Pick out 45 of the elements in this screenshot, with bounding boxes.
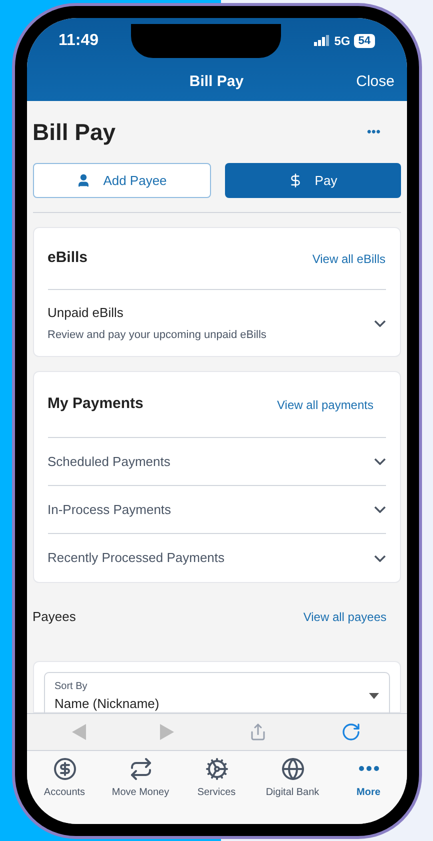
network-label: 5G <box>334 32 350 50</box>
chevron-icon <box>374 458 386 465</box>
field-label: Sort By <box>54 680 88 694</box>
payment-category-row[interactable]: Scheduled Payments <box>48 438 386 486</box>
tab-bar-item[interactable]: Services <box>178 756 254 824</box>
dollar-icon <box>52 756 76 780</box>
reload-icon[interactable] <box>341 722 362 742</box>
view-all-ebills-link[interactable]: View all eBills <box>312 250 386 268</box>
tab-bar-item[interactable]: Accounts <box>26 756 102 824</box>
more-icon <box>358 766 378 771</box>
row-title: Unpaid eBills <box>48 304 124 322</box>
chevron-icon <box>374 320 386 326</box>
tab-bar-item[interactable]: Move Money <box>102 756 178 824</box>
close-button[interactable]: Close <box>356 70 394 94</box>
payment-category-row[interactable]: In-Process Payments <box>48 486 386 534</box>
view-all-payees-link[interactable]: View all payees <box>303 608 386 626</box>
tab-bar-item[interactable]: Digital Bank <box>254 756 330 824</box>
globe-icon <box>280 756 304 780</box>
arrows-icon <box>128 756 152 780</box>
more-options-button[interactable]: ••• <box>366 122 380 142</box>
section-title: Payees <box>32 608 76 626</box>
page-title: Bill Pay <box>32 118 116 147</box>
view-all-payments-link[interactable]: View all payments <box>277 396 374 414</box>
battery-level: 54 <box>354 34 374 48</box>
section-title: eBills <box>48 248 88 268</box>
row-title: Recently Processed Payments <box>48 549 225 568</box>
tab-bar-item[interactable]: More <box>330 756 406 824</box>
unpaid-ebills-row[interactable]: Unpaid eBills Review and pay your upcoming unpaid eBills <box>48 290 386 356</box>
signal-icon <box>314 35 330 46</box>
person-icon <box>76 173 92 188</box>
row-title: Scheduled Payments <box>48 452 170 471</box>
payment-category-row[interactable]: Recently Processed Payments <box>48 534 386 582</box>
chevron-icon <box>374 506 386 513</box>
nav-title: Bill Pay <box>189 72 244 92</box>
row-title: In-Process Payments <box>48 500 172 519</box>
gear-icon <box>204 756 228 780</box>
pay-button[interactable]: Pay <box>224 163 400 198</box>
dropdown-caret-icon <box>368 692 378 699</box>
row-subtitle: Review and pay your upcoming unpaid eBills <box>48 328 266 342</box>
chevron-icon <box>374 554 386 562</box>
share-icon[interactable] <box>248 722 267 740</box>
status-time: 11:49 <box>58 30 99 50</box>
section-title: My Payments <box>48 394 144 414</box>
field-value: Name (Nickname) <box>54 694 160 712</box>
add-payee-button[interactable]: Add Payee <box>32 163 210 198</box>
